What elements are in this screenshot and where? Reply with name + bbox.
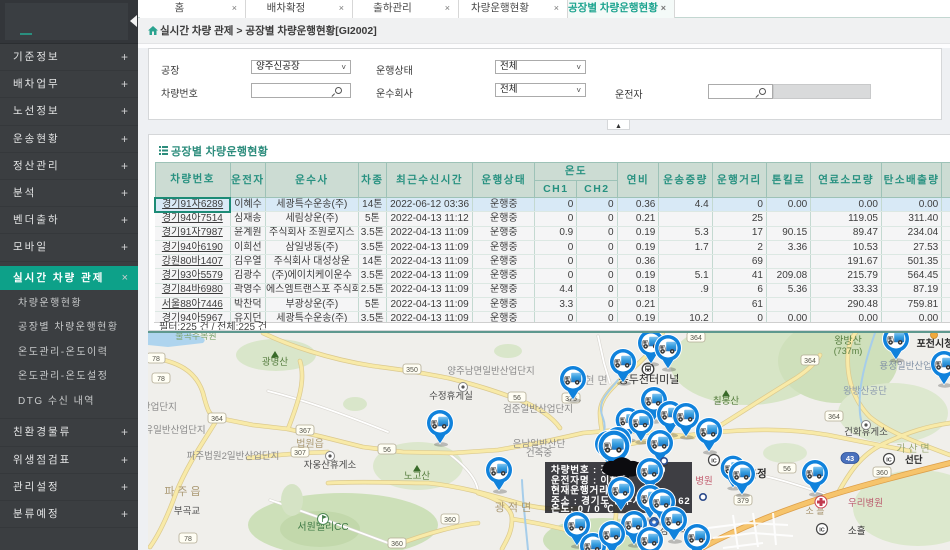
svg-text:307: 307 — [294, 450, 306, 457]
svg-text:379: 379 — [737, 498, 749, 505]
svg-text:IC: IC — [711, 459, 717, 465]
svg-text:파주읍: 파주읍 — [164, 485, 203, 498]
svg-text:소흘: 소흘 — [848, 525, 866, 537]
svg-text:법원읍: 법원읍 — [296, 438, 324, 450]
svg-text:360: 360 — [876, 470, 888, 477]
svg-text:검준일반산업단지: 검준일반산업단지 — [503, 403, 573, 415]
svg-text:양주남면일반산업단지: 양주남면일반산업단지 — [447, 365, 534, 377]
svg-text:노고산: 노고산 — [404, 471, 430, 482]
svg-text:43: 43 — [846, 454, 854, 463]
svg-text:우리병원: 우리병원 — [848, 498, 883, 509]
svg-text:부곡교: 부곡교 — [174, 506, 200, 517]
svg-text:유일반산업단지: 유일반산업단지 — [148, 424, 206, 436]
svg-text:파주법원2일반산업단지: 파주법원2일반산업단지 — [187, 450, 280, 462]
svg-text:자웅산휴게소: 자웅산휴게소 — [304, 460, 357, 471]
svg-text:360: 360 — [391, 541, 403, 548]
svg-text:불곡수목원: 불곡수목원 — [175, 333, 216, 341]
svg-text:56: 56 — [383, 447, 391, 454]
svg-text:수정휴게실: 수정휴게실 — [429, 391, 473, 402]
svg-text:78: 78 — [157, 376, 165, 383]
svg-text:364: 364 — [828, 414, 840, 421]
svg-text:56: 56 — [783, 466, 791, 473]
svg-text:364: 364 — [804, 358, 816, 365]
svg-text:건축중: 건축중 — [526, 448, 552, 459]
svg-text:IC: IC — [886, 458, 892, 464]
svg-text:367: 367 — [299, 428, 311, 435]
svg-text:78: 78 — [152, 356, 160, 363]
svg-text:360: 360 — [444, 517, 456, 524]
svg-text:364: 364 — [690, 335, 702, 342]
svg-text:현 면: 현 면 — [584, 374, 607, 387]
svg-text:56: 56 — [513, 395, 521, 402]
svg-text:광명산: 광명산 — [262, 356, 288, 368]
svg-text:IC: IC — [819, 528, 825, 534]
svg-text:가 산 면: 가 산 면 — [896, 443, 929, 455]
svg-text:병원: 병원 — [695, 476, 712, 487]
svg-text:350: 350 — [406, 367, 418, 374]
svg-text:(737m): (737m) — [834, 346, 863, 356]
svg-text:반산업단지: 반산업단지 — [148, 401, 177, 413]
svg-text:78: 78 — [184, 536, 192, 543]
svg-text:칠봉산: 칠봉산 — [713, 396, 739, 407]
svg-text:광 적 면: 광 적 면 — [495, 501, 531, 514]
svg-text:포천시청: 포천시청 — [917, 337, 950, 350]
svg-text:선단: 선단 — [905, 454, 923, 466]
svg-text:364: 364 — [211, 416, 223, 423]
svg-text:왕방산공단: 왕방산공단 — [843, 386, 887, 397]
